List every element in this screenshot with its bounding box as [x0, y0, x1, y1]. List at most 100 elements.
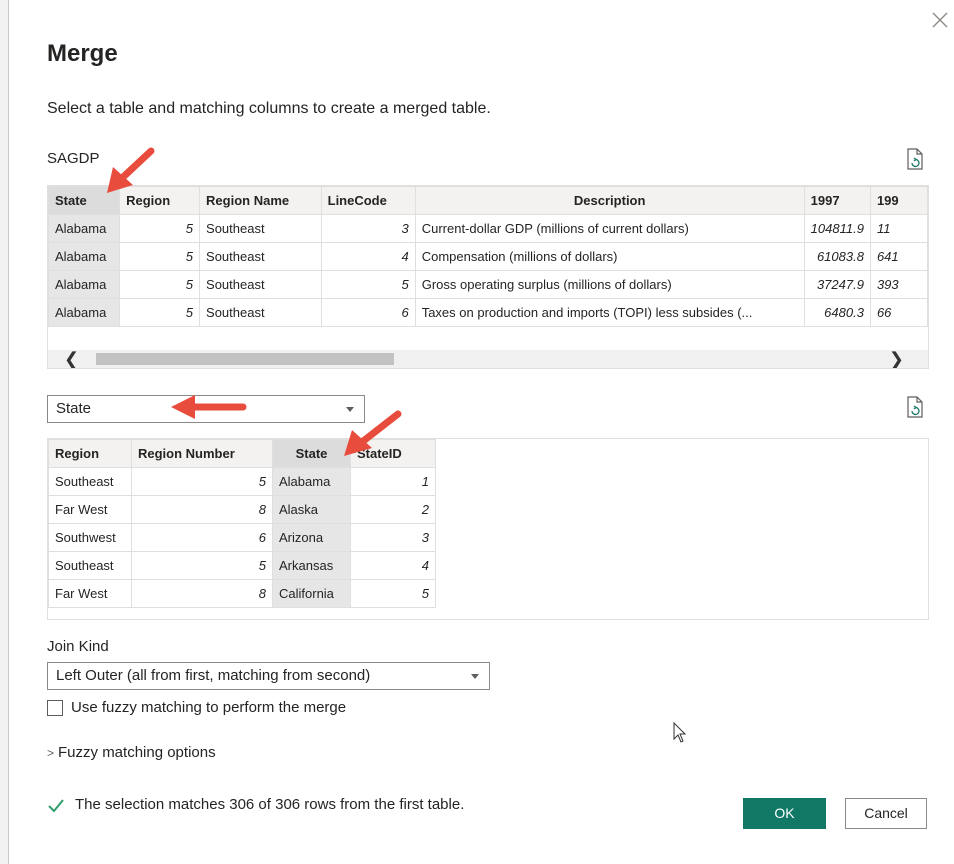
- table-cell: 8: [131, 495, 273, 524]
- table-cell: 5: [350, 579, 436, 608]
- horizontal-scrollbar[interactable]: ❮ ❯: [48, 349, 928, 368]
- table-cell: 1: [350, 467, 436, 496]
- table-cell: Alaska: [272, 495, 351, 524]
- ok-button[interactable]: OK: [743, 798, 826, 829]
- table-cell: 6480.3: [803, 298, 871, 327]
- table-cell: Compensation (millions of dollars): [414, 242, 805, 271]
- join-kind-label: Join Kind: [47, 638, 109, 655]
- table-cell: 6: [320, 298, 416, 327]
- close-icon[interactable]: [930, 10, 950, 30]
- dialog-title: Merge: [47, 40, 118, 67]
- table-cell: 3: [320, 214, 416, 243]
- table-cell: Southeast: [199, 270, 322, 299]
- table-cell: Southeast: [48, 551, 132, 580]
- table-cell: 4: [320, 242, 416, 271]
- table1-col-1997[interactable]: 1997: [803, 186, 871, 215]
- table-cell: 2: [350, 495, 436, 524]
- chevron-left-icon[interactable]: ❮: [64, 349, 79, 368]
- dialog-subtitle: Select a table and matching columns to c…: [47, 100, 491, 117]
- join-kind-value: Left Outer (all from first, matching fro…: [56, 667, 371, 684]
- chevron-down-icon: [346, 407, 354, 412]
- table-cell: 5: [119, 242, 201, 271]
- table1-grid: State Region Region Name LineCode Descri…: [48, 186, 928, 327]
- table-cell: Southeast: [199, 298, 322, 327]
- checkmark-icon: [48, 799, 64, 813]
- table-cell: 5: [119, 214, 201, 243]
- fuzzy-matching-checkbox[interactable]: [47, 700, 63, 716]
- table1-preview: State Region Region Name LineCode Descri…: [47, 185, 929, 369]
- table-cell: Arizona: [272, 523, 351, 552]
- table2-col-region[interactable]: Region: [48, 439, 132, 468]
- table-cell: 5: [131, 467, 273, 496]
- table-row: Far West 8 Alaska 2: [48, 495, 436, 524]
- table-cell: 61083.8: [803, 242, 871, 271]
- fuzzy-matching-label[interactable]: Use fuzzy matching to perform the merge: [71, 699, 346, 716]
- table-cell: Far West: [48, 579, 132, 608]
- refresh-icon[interactable]: [905, 396, 925, 418]
- table1-col-linecode[interactable]: LineCode: [320, 186, 416, 215]
- table-cell: 5: [320, 270, 416, 299]
- table-cell: Southeast: [199, 214, 322, 243]
- table-cell: 5: [119, 298, 201, 327]
- table-cell: 393: [869, 270, 928, 299]
- table-cell: Far West: [48, 495, 132, 524]
- table-cell: Southwest: [48, 523, 132, 552]
- table-row: Alabama 5 Southeast 5 Gross operating su…: [48, 270, 928, 299]
- table-cell: Current-dollar GDP (millions of current …: [414, 214, 805, 243]
- table-cell: 37247.9: [803, 270, 871, 299]
- table-row: Alabama 5 Southeast 3 Current-dollar GDP…: [48, 214, 928, 243]
- table-row: Alabama 5 Southeast 4 Compensation (mill…: [48, 242, 928, 271]
- table-cell: 3: [350, 523, 436, 552]
- table-cell: Alabama: [48, 242, 121, 271]
- table-cell: Alabama: [272, 467, 351, 496]
- second-table-value: State: [56, 400, 92, 417]
- join-kind-select[interactable]: Left Outer (all from first, matching fro…: [47, 662, 490, 690]
- chevron-right-icon[interactable]: ❯: [889, 349, 904, 368]
- table1-col-region-name[interactable]: Region Name: [199, 186, 322, 215]
- table-row: Southeast 5 Alabama 1: [48, 467, 436, 496]
- table1-col-state[interactable]: State: [48, 186, 121, 215]
- refresh-icon[interactable]: [905, 148, 925, 170]
- match-status-text: The selection matches 306 of 306 rows fr…: [75, 796, 465, 813]
- table-row: Far West 8 California 5: [48, 579, 436, 608]
- table-cell: 5: [119, 270, 201, 299]
- table2-col-stateid[interactable]: StateID: [350, 439, 436, 468]
- table-cell: 11: [869, 214, 928, 243]
- fuzzy-options-label: Fuzzy matching options: [58, 744, 216, 761]
- table-cell: Arkansas: [272, 551, 351, 580]
- table2-col-state[interactable]: State: [272, 439, 351, 468]
- table-cell: Southeast: [48, 467, 132, 496]
- table-cell: California: [272, 579, 351, 608]
- merge-dialog: Merge Select a table and matching column…: [8, 0, 954, 864]
- table-cell: Alabama: [48, 298, 121, 327]
- table-cell: Alabama: [48, 270, 121, 299]
- table-cell: 66: [869, 298, 928, 327]
- table-cell: 641: [869, 242, 928, 271]
- mouse-pointer-icon: [673, 722, 687, 743]
- table-row: Alabama 5 Southeast 6 Taxes on productio…: [48, 298, 928, 327]
- table-cell: 6: [131, 523, 273, 552]
- table-cell: 104811.9: [803, 214, 871, 243]
- table2-col-region-number[interactable]: Region Number: [131, 439, 273, 468]
- table1-name: SAGDP: [47, 150, 100, 167]
- table-cell: 8: [131, 579, 273, 608]
- second-table-select[interactable]: State: [47, 395, 365, 423]
- table-row: Southeast 5 Arkansas 4: [48, 551, 436, 580]
- table1-header-row: State Region Region Name LineCode Descri…: [48, 186, 928, 215]
- table-cell: Alabama: [48, 214, 121, 243]
- table-cell: Gross operating surplus (millions of dol…: [414, 270, 805, 299]
- table-cell: 5: [131, 551, 273, 580]
- fuzzy-options-toggle[interactable]: > Fuzzy matching options: [47, 744, 216, 761]
- table-cell: Taxes on production and imports (TOPI) l…: [414, 298, 805, 327]
- table1-col-1998[interactable]: 199: [869, 186, 928, 215]
- table-row: Southwest 6 Arizona 3: [48, 523, 436, 552]
- table2-preview: Region Region Number State StateID South…: [47, 438, 929, 620]
- table1-col-description[interactable]: Description: [414, 186, 805, 215]
- table-cell: 4: [350, 551, 436, 580]
- chevron-down-icon: [471, 674, 479, 679]
- chevron-right-icon: >: [47, 746, 55, 760]
- table1-col-region[interactable]: Region: [119, 186, 201, 215]
- table2-header-row: Region Region Number State StateID: [48, 439, 436, 468]
- cancel-button[interactable]: Cancel: [845, 798, 927, 829]
- scrollbar-thumb[interactable]: [96, 353, 394, 365]
